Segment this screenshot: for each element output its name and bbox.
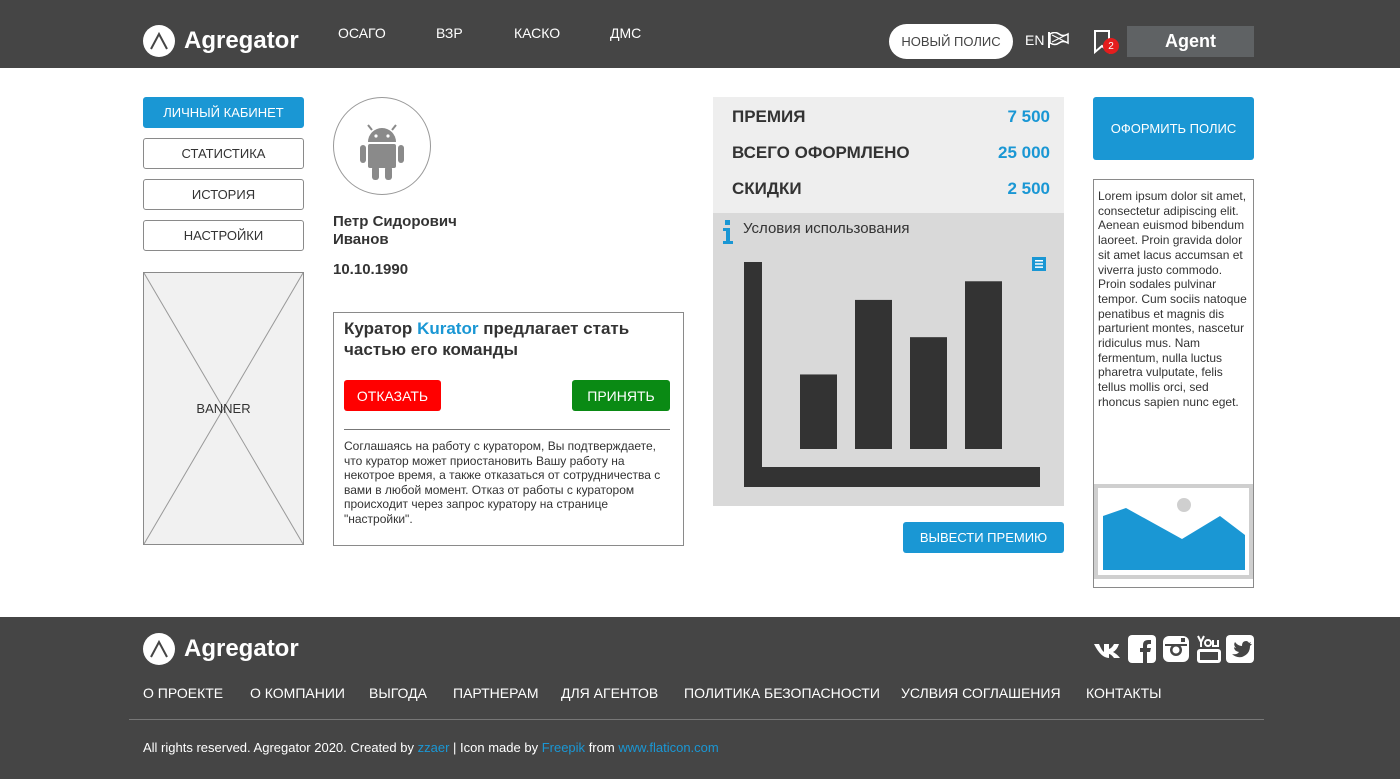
stats-panel: ПРЕМИЯ 7 500 ВСЕГО ОФОРМЛЕНО 25 000 СКИД…	[713, 97, 1064, 213]
issue-policy-button[interactable]: ОФОРМИТЬ ПОЛИС	[1093, 97, 1254, 160]
withdraw-bonus-button[interactable]: ВЫВЕСТИ ПРЕМИЮ	[903, 522, 1064, 553]
chart-bar	[800, 374, 837, 449]
banner[interactable]: BANNER	[143, 272, 304, 545]
stat-row: ВСЕГО ОФОРМЛЕНО 25 000	[732, 143, 1050, 163]
stat-value: 2 500	[1007, 179, 1050, 198]
sidebar-item-history[interactable]: ИСТОРИЯ	[143, 179, 304, 210]
footer-link-about-company[interactable]: О КОМПАНИИ	[250, 685, 345, 701]
icon-credit-text: | Icon made by	[453, 740, 539, 755]
flag-icon	[1048, 32, 1070, 48]
nav-kasko[interactable]: КАСКО	[514, 25, 560, 41]
stat-label: ВСЕГО ОФОРМЛЕНО	[732, 143, 910, 162]
footer-link-benefit[interactable]: ВЫГОДА	[369, 685, 427, 701]
facebook-icon[interactable]	[1128, 635, 1156, 663]
brand-name: Agregator	[184, 27, 299, 54]
freepik-link[interactable]: Freepik	[542, 740, 585, 755]
chart-bar	[910, 337, 947, 449]
nav-osago[interactable]: ОСАГО	[338, 25, 386, 41]
footer: Agregator О ПРОЕКТЕ О КОМПАНИИ ВЫГОДА ПА…	[0, 617, 1400, 779]
footer-logo[interactable]: Agregator	[143, 633, 299, 665]
logo-icon	[143, 633, 175, 665]
chart-y-axis	[744, 262, 762, 487]
youtube-icon[interactable]	[1195, 635, 1223, 663]
avatar[interactable]	[333, 97, 431, 195]
chart-x-axis	[744, 467, 1040, 487]
chart-bar	[965, 281, 1002, 449]
copyright: All rights reserved. Agregator 2020. Cre…	[143, 740, 719, 755]
twitter-icon[interactable]	[1226, 635, 1254, 663]
logo[interactable]: Agregator	[143, 25, 299, 57]
stat-label: ПРЕМИЯ	[732, 107, 806, 126]
chart-bar	[855, 299, 892, 449]
stat-label: СКИДКИ	[732, 179, 802, 198]
footer-link-contacts[interactable]: КОНТАКТЫ	[1086, 685, 1162, 701]
footer-divider	[129, 719, 1264, 720]
chart-panel: Условия использования	[713, 213, 1064, 506]
decline-button[interactable]: ОТКАЗАТЬ	[344, 380, 441, 411]
invite-note: Соглашаясь на работу с куратором, Вы под…	[344, 439, 661, 526]
image-placeholder	[1094, 484, 1253, 579]
bar-chart	[744, 262, 1040, 487]
stat-value: 7 500	[1007, 107, 1050, 126]
user-full-name: Петр Сидорович Иванов	[333, 213, 457, 249]
footer-brand-name: Agregator	[184, 635, 299, 662]
vk-icon[interactable]	[1093, 635, 1121, 663]
footer-link-agents[interactable]: ДЛЯ АГЕНТОВ	[561, 685, 658, 701]
flaticon-link[interactable]: www.flaticon.com	[618, 740, 718, 755]
ad-text: Lorem ipsum dolor sit amet, consectetur …	[1098, 189, 1247, 409]
footer-link-terms[interactable]: УСЛВИЯ СОГЛАШЕНИЯ	[901, 685, 1061, 701]
stat-value: 25 000	[998, 143, 1050, 162]
divider	[344, 429, 670, 430]
language-label: EN	[1025, 32, 1045, 48]
instagram-icon[interactable]	[1162, 635, 1190, 663]
stat-row: ПРЕМИЯ 7 500	[732, 107, 1050, 127]
invite-prefix: Куратор	[344, 319, 413, 338]
android-icon	[360, 124, 404, 180]
header: Agregator ОСАГО ВЗР КАСКО ДМС НОВЫЙ ПОЛИ…	[0, 0, 1400, 68]
sidebar-item-statistics[interactable]: СТАТИСТИКА	[143, 138, 304, 169]
user-first-names: Петр Сидорович	[333, 213, 457, 230]
curator-link[interactable]: Kurator	[417, 319, 478, 338]
logo-icon	[143, 25, 175, 57]
sidebar-item-settings[interactable]: НАСТРОЙКИ	[143, 220, 304, 251]
footer-link-security-policy[interactable]: ПОЛИТИКА БЕЗОПАСНОСТИ	[684, 685, 880, 701]
notification-badge: 2	[1103, 38, 1119, 54]
sidebar-item-cabinet[interactable]: ЛИЧНЫЙ КАБИНЕТ	[143, 97, 304, 128]
new-policy-button[interactable]: НОВЫЙ ПОЛИС	[889, 24, 1013, 59]
nav-dms[interactable]: ДМС	[610, 25, 641, 41]
invite-title: Куратор Kurator предлагает стать частью …	[344, 318, 664, 360]
user-menu[interactable]: Agent	[1127, 26, 1254, 57]
footer-link-about-project[interactable]: О ПРОЕКТЕ	[143, 685, 223, 701]
copyright-text: All rights reserved. Agregator 2020. Cre…	[143, 740, 414, 755]
user-last-name: Иванов	[333, 231, 389, 248]
author-link[interactable]: zzaer	[418, 740, 450, 755]
user-birth-date: 10.10.1990	[333, 261, 409, 278]
accept-button[interactable]: ПРИНЯТЬ	[572, 380, 670, 411]
stat-row: СКИДКИ 2 500	[732, 179, 1050, 199]
curator-invite-card: Куратор Kurator предлагает стать частью …	[333, 312, 684, 546]
footer-link-partners[interactable]: ПАРТНЕРАМ	[453, 685, 539, 701]
language-switch[interactable]: EN	[1025, 32, 1070, 48]
image-icon	[1098, 488, 1249, 575]
nav-vzr[interactable]: ВЗР	[436, 25, 463, 41]
from-text: from	[588, 740, 615, 755]
banner-label: BANNER	[196, 401, 251, 416]
